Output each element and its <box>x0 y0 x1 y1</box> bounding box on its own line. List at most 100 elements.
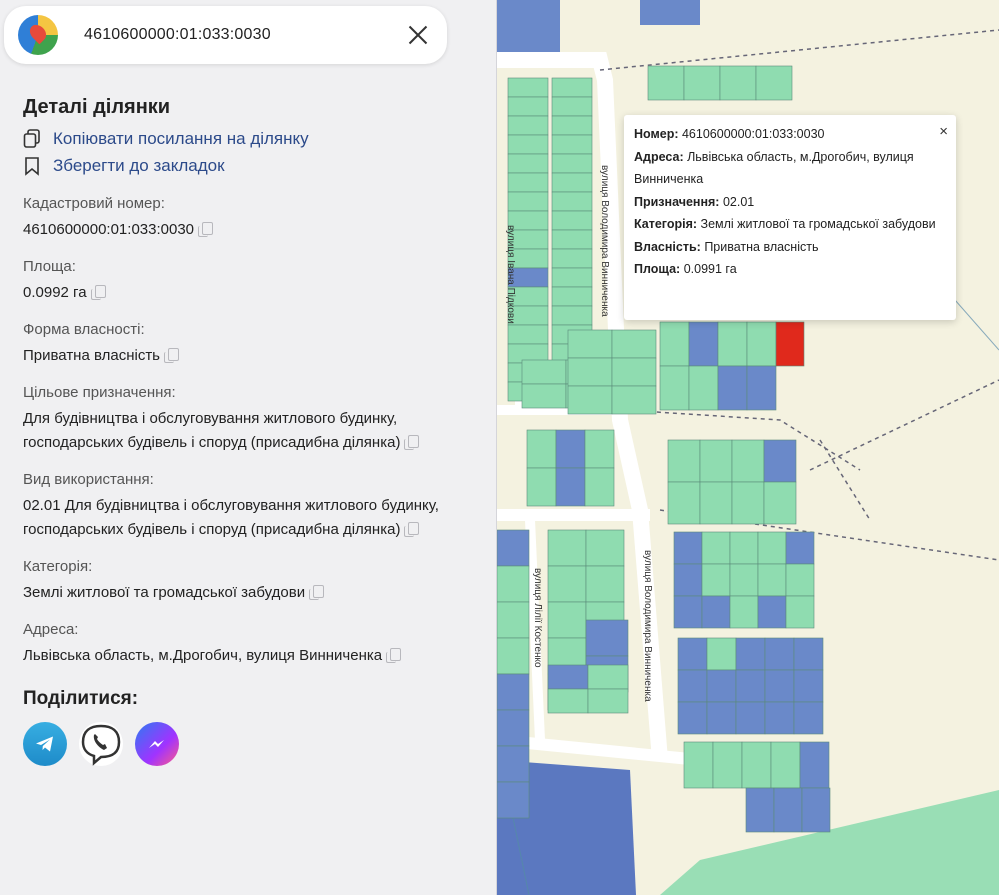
parcel[interactable] <box>773 787 803 833</box>
parcel[interactable] <box>799 741 830 789</box>
parcel[interactable] <box>673 563 703 597</box>
parcel[interactable] <box>764 669 795 703</box>
close-icon[interactable] <box>405 22 431 48</box>
parcel[interactable] <box>729 531 759 565</box>
copy-icon[interactable] <box>90 285 106 300</box>
parcel[interactable] <box>793 701 824 735</box>
parcel[interactable] <box>555 467 586 507</box>
copy-icon[interactable] <box>164 348 179 363</box>
search-bar[interactable]: 4610600000:01:033:0030 <box>4 6 447 64</box>
parcel[interactable] <box>496 601 530 639</box>
parcel[interactable] <box>551 191 593 212</box>
copy-icon[interactable] <box>198 222 214 237</box>
parcel[interactable] <box>717 365 748 411</box>
parcel[interactable] <box>521 383 567 409</box>
parcel[interactable] <box>507 115 549 136</box>
parcel[interactable] <box>547 565 587 603</box>
parcel[interactable] <box>706 637 737 671</box>
parcel[interactable] <box>667 481 701 525</box>
copy-link-button[interactable]: Копіювати посилання на ділянку <box>23 125 483 152</box>
parcel[interactable] <box>507 77 549 98</box>
parcel[interactable] <box>551 153 593 174</box>
parcel[interactable] <box>677 637 708 671</box>
parcel[interactable] <box>587 688 629 714</box>
parcel[interactable] <box>699 439 733 483</box>
parcel[interactable] <box>688 365 719 411</box>
parcel[interactable] <box>785 563 815 597</box>
parcel[interactable] <box>712 741 743 789</box>
parcel[interactable] <box>547 529 587 567</box>
copy-icon[interactable] <box>404 522 420 537</box>
parcel[interactable] <box>526 429 557 469</box>
parcel[interactable] <box>677 701 708 735</box>
parcel[interactable] <box>793 669 824 703</box>
parcel[interactable] <box>701 563 731 597</box>
parcel[interactable] <box>584 467 615 507</box>
close-icon[interactable]: × <box>939 124 948 139</box>
bookmark-button[interactable]: Зберегти до закладок <box>23 152 483 179</box>
parcel[interactable] <box>521 359 567 385</box>
parcel[interactable] <box>801 787 831 833</box>
parcel[interactable] <box>667 439 701 483</box>
parcel[interactable] <box>746 321 777 367</box>
parcel[interactable] <box>793 637 824 671</box>
parcel[interactable] <box>785 531 815 565</box>
parcel[interactable] <box>567 357 613 387</box>
parcel[interactable] <box>496 529 530 567</box>
telegram-icon[interactable] <box>23 722 67 766</box>
parcel[interactable] <box>496 781 530 819</box>
parcel[interactable] <box>764 701 795 735</box>
parcel[interactable] <box>757 563 787 597</box>
parcel[interactable] <box>567 385 613 415</box>
parcel[interactable] <box>647 65 685 101</box>
copy-icon[interactable] <box>309 585 325 600</box>
parcel[interactable] <box>729 595 759 629</box>
parcel[interactable] <box>706 669 737 703</box>
parcel[interactable] <box>757 595 787 629</box>
parcel[interactable] <box>673 531 703 565</box>
parcel[interactable] <box>683 65 721 101</box>
parcel[interactable] <box>611 385 657 415</box>
parcel[interactable] <box>496 709 530 747</box>
parcel[interactable] <box>555 429 586 469</box>
parcel[interactable] <box>551 305 593 326</box>
parcel[interactable] <box>731 481 765 525</box>
parcel[interactable] <box>567 329 613 359</box>
parcel[interactable] <box>659 321 690 367</box>
parcel[interactable] <box>717 321 748 367</box>
parcel[interactable] <box>770 741 801 789</box>
parcel[interactable] <box>507 172 549 193</box>
parcel[interactable] <box>585 565 625 603</box>
parcel[interactable] <box>735 701 766 735</box>
parcel[interactable] <box>659 365 690 411</box>
parcel[interactable] <box>547 688 589 714</box>
parcel[interactable] <box>547 664 589 690</box>
parcel[interactable] <box>785 595 815 629</box>
parcel[interactable] <box>526 467 557 507</box>
parcel[interactable] <box>507 153 549 174</box>
parcel[interactable] <box>677 669 708 703</box>
parcel[interactable] <box>496 565 530 603</box>
parcel[interactable] <box>699 481 733 525</box>
parcel[interactable] <box>763 439 797 483</box>
parcel[interactable] <box>507 324 549 345</box>
copy-icon[interactable] <box>404 435 420 450</box>
parcel[interactable] <box>496 673 530 711</box>
parcel[interactable] <box>755 65 793 101</box>
parcel[interactable] <box>719 65 757 101</box>
parcel[interactable] <box>611 329 657 359</box>
messenger-icon[interactable] <box>135 722 179 766</box>
parcel[interactable] <box>729 563 759 597</box>
parcel[interactable] <box>551 267 593 288</box>
parcel[interactable] <box>507 134 549 155</box>
parcel[interactable] <box>551 229 593 250</box>
parcel[interactable] <box>683 741 714 789</box>
parcel[interactable] <box>611 357 657 387</box>
parcel[interactable] <box>735 637 766 671</box>
parcel[interactable] <box>547 601 587 639</box>
selected-parcel[interactable] <box>775 321 805 367</box>
search-input[interactable]: 4610600000:01:033:0030 <box>84 26 271 44</box>
parcel[interactable] <box>757 531 787 565</box>
parcel[interactable] <box>496 745 530 783</box>
parcel[interactable] <box>735 669 766 703</box>
